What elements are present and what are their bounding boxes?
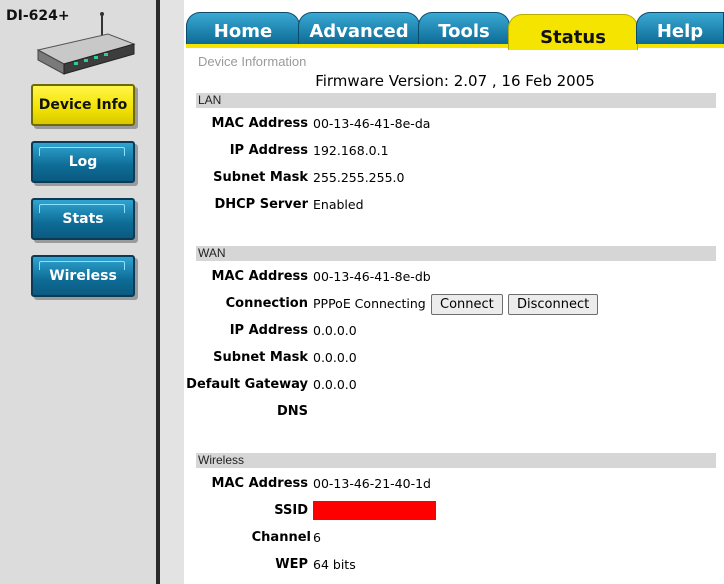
wireless-row-mac: MAC Address 00-13-46-21-40-1d [186, 474, 724, 494]
tab-help[interactable]: Help [636, 12, 724, 44]
wireless-row-wep: WEP 64 bits [186, 555, 724, 575]
wan-row-ip: IP Address 0.0.0.0 [186, 321, 724, 341]
sidebar-item-wireless[interactable]: Wireless [31, 255, 135, 297]
row-label: IP Address [229, 143, 308, 158]
top-tab-bar: Home Advanced Tools Status Help [186, 12, 724, 52]
section-header-wan: WAN [196, 246, 716, 261]
firmware-label: Firmware Version: [315, 72, 449, 90]
ssid-redaction [313, 501, 436, 520]
row-label: MAC Address [211, 116, 308, 131]
router-image [36, 12, 136, 75]
row-label: Channel [251, 530, 311, 545]
sidebar: DI-624+ Device Info Log Stats Wireless [0, 0, 156, 584]
row-label: Default Gateway [186, 377, 308, 392]
sidebar-item-log[interactable]: Log [31, 141, 135, 183]
sidebar-item-device-info[interactable]: Device Info [31, 84, 135, 126]
row-value: 0.0.0.0 [313, 377, 357, 392]
row-label: Subnet Mask [213, 350, 308, 365]
wan-row-connection: Connection PPPoE Connecting Connect Disc… [186, 294, 724, 315]
sidebar-item-label: Wireless [49, 268, 117, 284]
row-label: Subnet Mask [213, 170, 308, 185]
disconnect-button[interactable]: Disconnect [508, 294, 599, 315]
tab-label: Advanced [309, 21, 409, 42]
row-label: MAC Address [211, 269, 308, 284]
tab-tools[interactable]: Tools [418, 12, 510, 44]
row-label: Connection [225, 296, 308, 311]
row-value: PPPoE Connecting [313, 296, 426, 311]
wan-row-dns: DNS [186, 402, 724, 422]
firmware-value: 2.07 , 16 Feb 2005 [453, 72, 595, 90]
row-label: DHCP Server [214, 197, 308, 212]
row-label: MAC Address [211, 476, 308, 491]
sidebar-item-label: Log [68, 154, 98, 170]
lan-row-ip: IP Address 192.168.0.1 [186, 141, 724, 161]
row-label: IP Address [229, 323, 308, 338]
main-content: Device Information Firmware Version: 2.0… [186, 52, 724, 584]
tab-advanced[interactable]: Advanced [298, 12, 420, 44]
sidebar-item-label: Stats [62, 211, 104, 227]
tab-label: Tools [438, 21, 490, 42]
tab-label: Help [656, 21, 704, 42]
lan-row-subnet: Subnet Mask 255.255.255.0 [186, 168, 724, 188]
page-title: Device Information [198, 54, 307, 69]
row-value: Enabled [313, 197, 364, 212]
tab-status[interactable]: Status [508, 14, 638, 50]
tab-home[interactable]: Home [186, 12, 300, 44]
row-value: 64 bits [313, 557, 356, 572]
wan-row-gateway: Default Gateway 0.0.0.0 [186, 375, 724, 395]
section-header-lan: LAN [196, 93, 716, 108]
row-value: 192.168.0.1 [313, 143, 389, 158]
wireless-row-ssid: SSID [186, 501, 724, 521]
firmware-version: Firmware Version: 2.07 , 16 Feb 2005 [186, 72, 724, 90]
tab-label: Status [540, 27, 606, 48]
sidebar-item-stats[interactable]: Stats [31, 198, 135, 240]
connect-button[interactable]: Connect [431, 294, 503, 315]
row-value: 0.0.0.0 [313, 350, 357, 365]
wan-row-mac: MAC Address 00-13-46-41-8e-db [186, 267, 724, 287]
sidebar-gutter [160, 0, 184, 584]
wan-row-subnet: Subnet Mask 0.0.0.0 [186, 348, 724, 368]
row-value: 00-13-46-21-40-1d [313, 476, 431, 491]
row-label: SSID [274, 503, 308, 518]
row-value: 0.0.0.0 [313, 323, 357, 338]
row-value: 00-13-46-41-8e-db [313, 269, 431, 284]
section-header-wireless: Wireless [196, 453, 716, 468]
row-label: WEP [275, 557, 308, 572]
lan-row-mac: MAC Address 00-13-46-41-8e-da [186, 114, 724, 134]
wireless-row-channel: Channel 6 [186, 528, 724, 548]
tab-label: Home [213, 21, 273, 42]
row-value: 255.255.255.0 [313, 170, 405, 185]
row-value: 6 [313, 530, 321, 545]
sidebar-item-label: Device Info [38, 97, 128, 113]
row-label: DNS [276, 404, 308, 419]
row-value: 00-13-46-41-8e-da [313, 116, 431, 131]
lan-row-dhcp: DHCP Server Enabled [186, 195, 724, 215]
